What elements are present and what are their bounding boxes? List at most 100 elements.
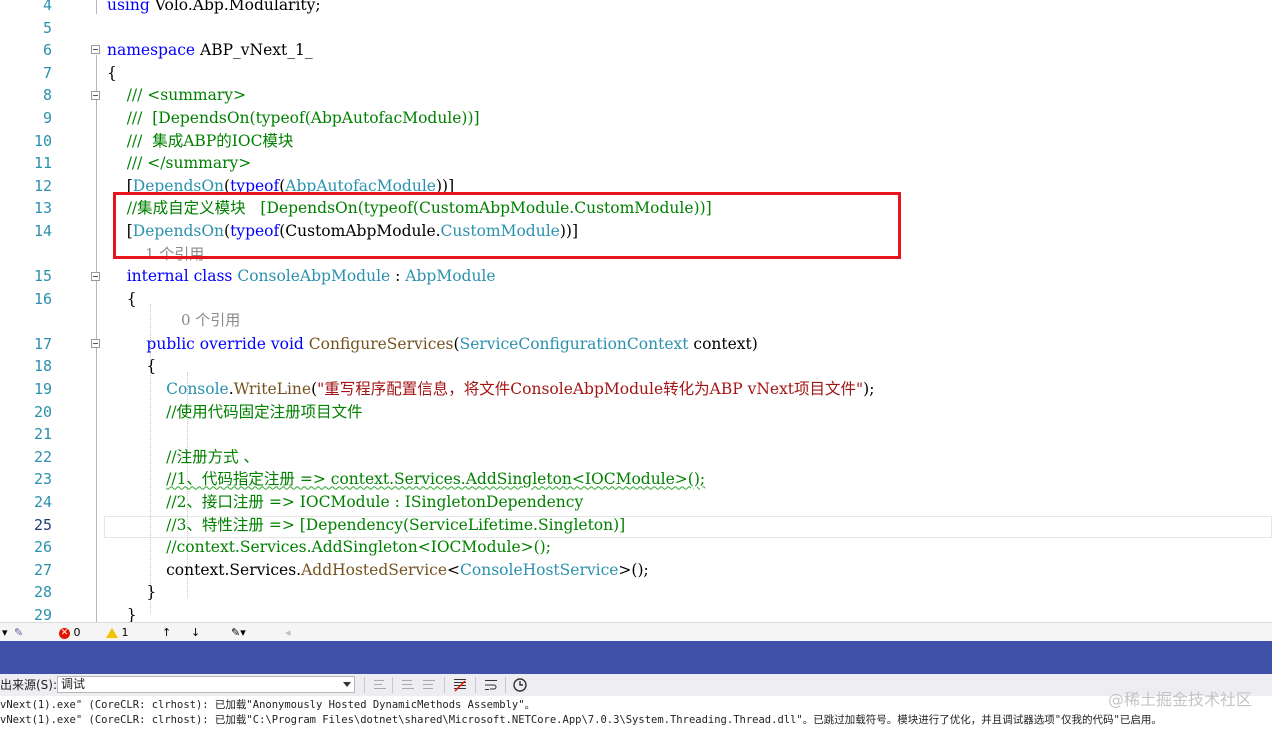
code-editor[interactable]: 4 using Volo.Abp.Modularity; 5 6 namespace A…	[0, 0, 1272, 622]
code-line[interactable]: 20 //使用代码固定注册项目文件	[0, 401, 1272, 424]
code-token: );	[863, 380, 875, 398]
code-line[interactable]: 5	[0, 17, 1272, 40]
code-token: /// <summary>	[107, 86, 247, 105]
code-token: //context.Services.AddSingleton<IOCModul…	[107, 538, 551, 557]
code-token: context)	[688, 334, 758, 353]
code-token: AddHostedService	[301, 560, 448, 579]
editor-status-strip: ▾ ✎ ✕ 0 1 ↑ ↓ ✎▾ ◂	[0, 622, 1272, 642]
chevron-down-icon	[343, 682, 351, 687]
code-text: }	[107, 581, 156, 604]
code-token: //1、代码指定注册 => context.Services.AddSingle…	[166, 470, 706, 489]
code-token: /// 集成ABP的IOC模块	[107, 131, 294, 150]
code-line[interactable]: 7{	[0, 62, 1272, 85]
code-line[interactable]: 27 context.Services.AddHostedService<Con…	[0, 559, 1272, 582]
code-token: ConsoleHostService	[460, 560, 619, 579]
line-number: 11	[33, 154, 52, 173]
code-line[interactable]: 24 //2、接口注册 => IOCModule : ISingletonDep…	[0, 491, 1272, 514]
highlight-box	[113, 192, 901, 259]
previous-message-icon[interactable]	[400, 677, 416, 693]
previous-issue-icon[interactable]: ↑	[162, 625, 171, 640]
word-wrap-icon[interactable]	[483, 677, 499, 693]
code-cleanup-icon[interactable]: ✎▾	[231, 625, 246, 640]
line-number: 22	[33, 447, 52, 466]
output-window[interactable]: vNext(1).exe" (CoreCLR: clrhost): 已加载"An…	[0, 696, 1272, 729]
code-line[interactable]: 8 /// <summary>	[0, 84, 1272, 107]
code-text: using Volo.Abp.Modularity;	[107, 0, 321, 17]
code-line[interactable]: 23 //1、代码指定注册 => context.Services.AddSin…	[0, 468, 1272, 491]
intellicode-icon[interactable]: ✎	[14, 625, 23, 640]
code-token: {	[107, 357, 157, 376]
warning-count[interactable]: 1	[106, 625, 129, 640]
line-number: 21	[33, 425, 52, 444]
toolbar-separator	[392, 677, 393, 693]
code-token: /// </summary>	[107, 154, 252, 173]
line-number: 23	[33, 470, 52, 489]
line-number: 16	[33, 289, 52, 308]
code-line[interactable]: 28 }	[0, 581, 1272, 604]
code-token: //使用代码固定注册项目文件	[107, 402, 363, 421]
code-text: /// <summary>	[107, 84, 246, 107]
code-token: using	[107, 0, 150, 14]
output-source-label: 出来源(S):	[0, 678, 58, 692]
code-token: :	[390, 267, 406, 286]
code-text: //注册方式 、	[107, 446, 259, 469]
line-number: 29	[33, 606, 52, 622]
toolbar-separator	[364, 677, 365, 693]
code-token: ABP_vNext_1_	[195, 41, 313, 60]
code-token: {	[107, 63, 117, 82]
code-line[interactable]: 9 /// [DependsOn(typeof(AbpAutofacModule…	[0, 107, 1272, 130]
clear-all-icon[interactable]	[452, 677, 468, 693]
code-text: /// 集成ABP的IOC模块	[107, 130, 294, 153]
clock-icon[interactable]	[512, 677, 528, 693]
code-line[interactable]: 11 /// </summary>	[0, 152, 1272, 175]
code-text: //1、代码指定注册 => context.Services.AddSingle…	[107, 468, 705, 491]
next-message-icon[interactable]	[421, 677, 437, 693]
code-text: public override void ConfigureServices(S…	[107, 333, 758, 356]
code-token: Volo.Abp.Modularity;	[149, 0, 321, 14]
code-line[interactable]: 6 namespace ABP_vNext_1_	[0, 39, 1272, 62]
line-number: 4	[42, 0, 52, 14]
code-text: {	[107, 62, 117, 85]
code-token: context.	[107, 560, 230, 579]
code-text: namespace ABP_vNext_1_	[107, 39, 313, 62]
code-line[interactable]: 26 //context.Services.AddSingleton<IOCMo…	[0, 536, 1272, 559]
zoom-dropdown-arrow-icon[interactable]: ▾	[2, 625, 8, 640]
line-number: 19	[33, 380, 52, 398]
scroll-left-icon[interactable]: ◂	[285, 625, 291, 640]
output-source-select[interactable]: 调试	[57, 676, 355, 693]
code-line[interactable]: 16 {	[0, 288, 1272, 311]
code-line[interactable]: 21	[0, 423, 1272, 446]
code-token: class	[193, 267, 233, 286]
code-line[interactable]: 4 using Volo.Abp.Modularity;	[0, 0, 1272, 17]
code-line[interactable]: 15 internal class ConsoleAbpModule : Abp…	[0, 265, 1272, 288]
code-token: //2、接口注册 => IOCModule : ISingletonDepend…	[107, 493, 584, 511]
code-token: WriteLine	[233, 380, 312, 398]
code-line[interactable]: 22 //注册方式 、	[0, 446, 1272, 469]
line-number: 25	[33, 515, 52, 534]
code-text: internal class ConsoleAbpModule : AbpMod…	[107, 265, 496, 288]
next-issue-icon[interactable]: ↓	[191, 625, 200, 640]
code-line[interactable]: 10 /// 集成ABP的IOC模块	[0, 130, 1272, 153]
line-number: 28	[33, 583, 52, 602]
line-number: 24	[33, 493, 52, 511]
find-message-icon[interactable]	[372, 677, 388, 693]
code-line[interactable]: 17 public override void ConfigureService…	[0, 333, 1272, 356]
code-token: override	[199, 334, 266, 353]
code-text: Console.WriteLine("重写程序配置信息，将文件ConsoleAb…	[107, 378, 874, 401]
codelens-method-references[interactable]: 0 个引用	[181, 309, 240, 332]
code-token: }	[107, 583, 157, 602]
line-number: 18	[33, 357, 52, 376]
line-number: 13	[33, 199, 52, 218]
line-number: 5	[42, 18, 52, 37]
code-line[interactable]: 19 Console.WriteLine("重写程序配置信息，将文件Consol…	[0, 378, 1272, 401]
error-count[interactable]: ✕ 0	[59, 625, 81, 640]
line-number: 20	[33, 402, 52, 421]
code-line[interactable]: 18 {	[0, 355, 1272, 378]
code-text: //3、特性注册 => [Dependency(ServiceLifetime.…	[107, 514, 625, 537]
code-token: ConsoleAbpModule	[237, 267, 391, 286]
code-line[interactable]: 25 //3、特性注册 => [Dependency(ServiceLifeti…	[0, 514, 1272, 537]
code-line[interactable]: 29 }	[0, 604, 1272, 622]
